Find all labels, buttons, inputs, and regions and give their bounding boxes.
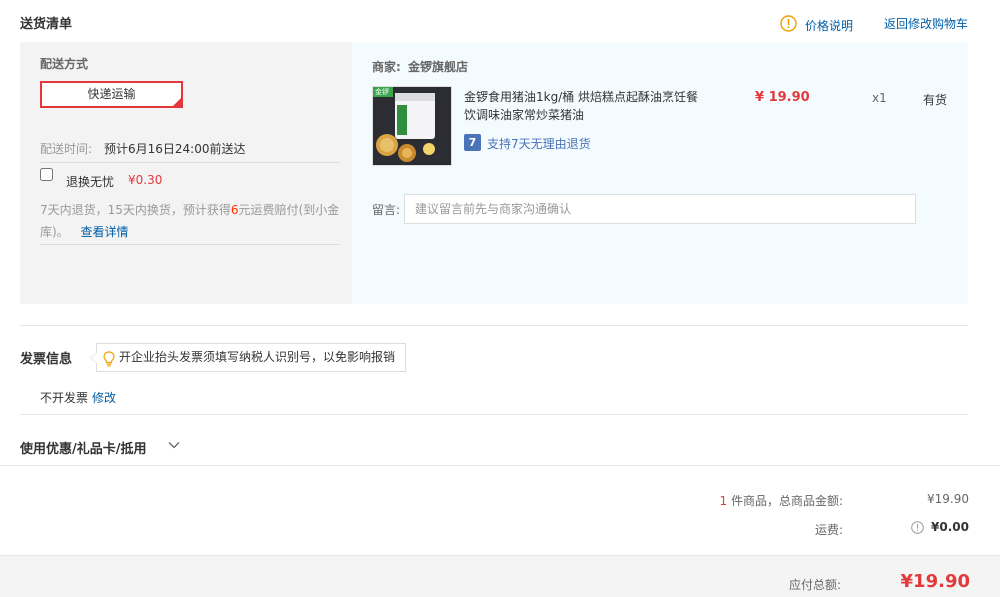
product-brand-mark: 金锣 [375,88,389,96]
desc-text-2: 元运费赔付(到小金 [238,203,340,217]
price-note-link[interactable]: 价格说明 [805,17,853,34]
remark-label: 留言: [372,203,401,217]
coupon-title[interactable]: 使用优惠/礼品卡/抵用 [20,438,147,457]
product-image[interactable]: 金锣 [372,86,452,166]
product-title-line-1: 金锣食用猪油1kg/桶 烘焙糕点起酥油烹饪餐 [464,90,699,104]
check-icon: ✓ [173,97,180,106]
delivery-time-value: 预计6月16日24:00前送达 [104,142,246,156]
product-quantity: x1 [872,91,887,105]
remark-input[interactable] [404,194,916,224]
return-service-desc: 7天内退货，15天内换货，预计获得6元运费赔付(到小金 库)。 查看详情 [40,199,345,243]
shipping-method-label: 配送方式 [40,57,89,71]
view-details-link[interactable]: 查看详情 [81,225,129,239]
product-title[interactable]: 金锣食用猪油1kg/桶 烘焙糕点起酥油烹饪餐 饮调味油家常炒菜猪油 [464,88,698,124]
return-7day-icon: 7 [464,134,481,151]
item-count-summary: 1 件商品，总商品金额: [0,492,843,509]
return-service-name: 退换无忧 [66,175,115,189]
invoice-edit-link[interactable]: 修改 [92,389,116,406]
desc-highlight: 6 [230,203,239,217]
divider [20,414,968,415]
return-service-checkbox[interactable] [40,168,53,181]
payable-total: ¥19.90 [900,571,970,592]
tooltip-arrow-inner [91,352,98,364]
divider [40,162,340,163]
invoice-tip-text: 开企业抬头发票须填写纳税人识别号，以免影响报销 [119,350,396,364]
merchant-name[interactable]: 金锣旗舰店 [408,58,468,75]
invoice-title: 发票信息 [20,352,73,367]
divider [40,244,340,245]
chevron-down-icon[interactable] [167,438,181,452]
return-service-price: ¥0.30 [128,173,163,187]
invoice-tip: 开企业抬头发票须填写纳税人识别号，以免影响报销 [90,343,406,372]
invoice-status: 不开发票 [40,391,89,405]
item-count-label: 件商品，总商品金额: [730,494,843,508]
return-policy-text: 支持7天无理由退货 [487,137,591,151]
shipping-info-icon[interactable] [911,521,924,534]
goods-panel [352,42,968,304]
info-icon[interactable] [780,15,797,32]
item-count: 1 [719,494,728,508]
delivery-time-label: 配送时间: [40,142,93,156]
merchant-label: 商家: [372,60,401,74]
product-title-line-2: 饮调味油家常炒菜猪油 [464,108,585,122]
shipping-fee-value: ¥0.00 [931,520,969,534]
desc-text-1: 7天内退货，15天内换货，预计获得 [40,203,231,217]
delivery-option-express[interactable]: 快递运输 ✓ [40,81,183,108]
page-title: 送货清单 [20,17,73,32]
product-price: ¥ 19.90 [755,90,810,105]
desc-text-3: 库)。 [40,225,69,239]
goods-total: ¥19.90 [927,492,969,506]
shipping-fee-label: 运费: [814,523,843,537]
divider [20,325,968,326]
product-stock: 有货 [923,93,948,107]
delivery-option-label: 快递运输 [87,87,136,101]
divider [0,465,1000,466]
payable-label: 应付总额: [788,578,841,592]
lightbulb-icon [103,350,115,367]
back-to-cart-link[interactable]: 返回修改购物车 [884,15,968,32]
